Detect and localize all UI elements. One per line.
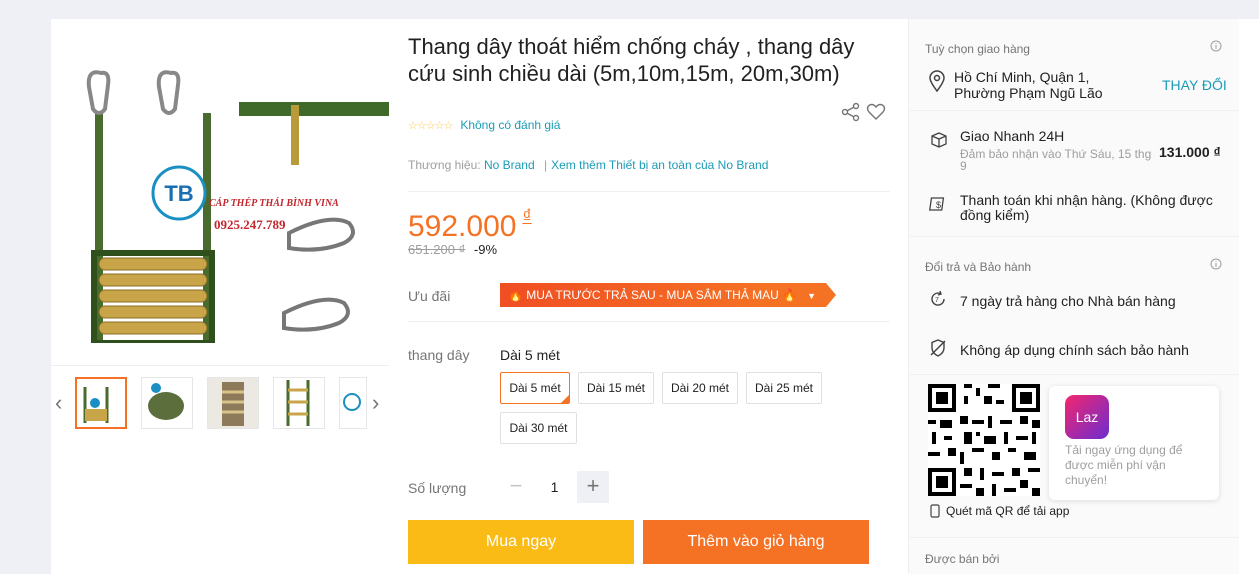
watermark-name: CÁP THÉP THÁI BÌNH VINA <box>209 197 339 209</box>
wishlist-heart-icon[interactable] <box>866 102 886 122</box>
rating-stars-icon: ☆☆☆☆☆ <box>408 119 453 132</box>
delivery-section-title: Tuỳ chọn giao hàng <box>925 42 1030 56</box>
brand-separator: | <box>544 158 548 172</box>
delivery-box-icon <box>931 132 947 148</box>
buy-now-button[interactable]: Mua ngay <box>408 520 634 564</box>
brand-row: Thương hiệu: No Brand | Xem thêm Thiết bị… <box>408 158 768 172</box>
brand-link[interactable]: No Brand <box>484 158 535 172</box>
return-policy-text: 7 ngày trả hàng cho Nhà bán hàng <box>960 293 1176 309</box>
variant-option-25m[interactable]: Dài 25 mét <box>746 372 822 404</box>
variant-selected-name: Dài 5 mét <box>500 347 560 363</box>
app-download-card[interactable]: Laz Tải ngay ứng dụng để được miễn phí v… <box>1049 386 1219 500</box>
seller-section-title: Được bán bởi <box>925 552 1000 566</box>
share-icon[interactable] <box>841 102 861 122</box>
divider-app <box>909 374 1239 375</box>
delivery-eta-line1: Đảm bảo nhận vào Thứ Sáu, 15 thg <box>960 147 1152 161</box>
promo-banner[interactable]: 🔥 MUA TRƯỚC TRẢ SAU - MUA SẮM THẢ MAU 🔥 ▼ <box>500 283 836 307</box>
variant-option-5m[interactable]: Dài 5 mét <box>500 372 570 404</box>
variant-option-30m[interactable]: Dài 30 mét <box>500 412 577 444</box>
change-address-link[interactable]: THAY ĐỔI <box>1162 77 1227 93</box>
no-warranty-icon <box>930 339 946 357</box>
delivery-eta-line2: 9 <box>960 159 967 173</box>
qr-note: Quét mã QR để tải app <box>930 504 1069 518</box>
phone-icon <box>930 504 940 518</box>
product-card: TB CÁP THÉP THÁI BÌNH VINA 0925.247.789 … <box>51 19 908 574</box>
product-main-image[interactable]: TB CÁP THÉP THÁI BÌNH VINA 0925.247.789 <box>59 43 389 343</box>
delivery-info-icon[interactable] <box>1210 40 1222 52</box>
rating-link[interactable]: Không có đánh giá <box>460 118 560 132</box>
divider-delivery <box>909 110 1239 111</box>
rating-row: ☆☆☆☆☆ Không có đánh giá <box>408 118 560 132</box>
cod-line-2: đồng kiểm) <box>960 207 1030 223</box>
watermark-logo: TB <box>164 181 193 206</box>
current-price: 592.000 ₫ <box>408 206 532 244</box>
variant-label: thang dây <box>408 347 470 363</box>
location-pin-icon <box>929 70 945 92</box>
delivery-fee: 131.000 ₫ <box>1159 144 1221 160</box>
brand-label: Thương hiệu: <box>408 158 481 172</box>
warranty-text: Không áp dụng chính sách bảo hành <box>960 342 1189 358</box>
thumbnail-5[interactable] <box>339 377 367 429</box>
page-right-gutter <box>1239 19 1259 574</box>
watermark-phone: 0925.247.789 <box>214 217 286 232</box>
divider-returns <box>909 236 1239 237</box>
app-promo-text: Tải ngay ứng dụng để được miễn phí vận c… <box>1065 443 1183 487</box>
variant-option-15m[interactable]: Dài 15 mét <box>578 372 654 404</box>
cod-line-1: Thanh toán khi nhận hàng. (Không được <box>960 192 1213 208</box>
svg-text:$: $ <box>936 200 941 210</box>
returns-info-icon[interactable] <box>1210 258 1222 270</box>
price-value: 592.000 <box>408 210 517 243</box>
cash-on-delivery-icon: $ <box>929 197 945 211</box>
return-policy-icon: 7 <box>931 290 945 306</box>
price-currency: ₫ <box>522 206 532 226</box>
thumb-prev-arrow-icon[interactable]: ‹ <box>55 392 67 414</box>
quantity-decrease-button[interactable]: − <box>500 471 532 503</box>
add-to-cart-button[interactable]: Thêm vào giỏ hàng <box>643 520 869 564</box>
svg-text:7: 7 <box>935 297 939 304</box>
divider-seller <box>909 537 1239 538</box>
variant-option-20m[interactable]: Dài 20 mét <box>662 372 738 404</box>
address-line-1: Hồ Chí Minh, Quận 1, <box>954 69 1090 85</box>
original-price: 651.200 ₫ <box>408 242 466 257</box>
thumb-next-arrow-icon[interactable]: › <box>372 392 384 414</box>
discount-percent: -9% <box>473 242 498 257</box>
old-price-row: 651.200 ₫ -9% <box>408 242 497 257</box>
thumbnail-2[interactable] <box>141 377 193 429</box>
delivery-panel: Tuỳ chọn giao hàng Hồ Chí Minh, Quận 1, … <box>909 19 1239 574</box>
promo-text: 🔥 MUA TRƯỚC TRẢ SAU - MUA SẮM THẢ MAU 🔥 <box>508 288 798 302</box>
returns-section-title: Đổi trả và Bảo hành <box>925 260 1032 274</box>
divider-price <box>408 191 890 192</box>
qr-note-text: Quét mã QR để tải app <box>946 504 1070 518</box>
quantity-label: Số lượng <box>408 480 467 496</box>
divider-variant <box>408 321 890 322</box>
quantity-input[interactable] <box>532 471 577 503</box>
promo-label: Ưu đãi <box>408 288 451 304</box>
thumbnail-4[interactable] <box>273 377 325 429</box>
lazada-app-logo: Laz <box>1065 395 1109 439</box>
thumbs-divider <box>51 365 389 366</box>
delivery-method: Giao Nhanh 24H <box>960 128 1065 144</box>
app-qr-code <box>928 384 1040 496</box>
brand-more-link[interactable]: Xem thêm Thiết bị an toàn của No Brand <box>551 158 768 172</box>
top-strip <box>0 0 1259 12</box>
thumbnail-3[interactable] <box>207 377 259 429</box>
thumbnail-1[interactable] <box>75 377 127 429</box>
address-line-2: Phường Phạm Ngũ Lão <box>954 85 1103 101</box>
product-title: Thang dây thoát hiểm chống cháy , thang … <box>408 34 855 86</box>
promo-dropdown-icon[interactable]: ▼ <box>807 291 816 301</box>
quantity-increase-button[interactable]: + <box>577 471 609 503</box>
